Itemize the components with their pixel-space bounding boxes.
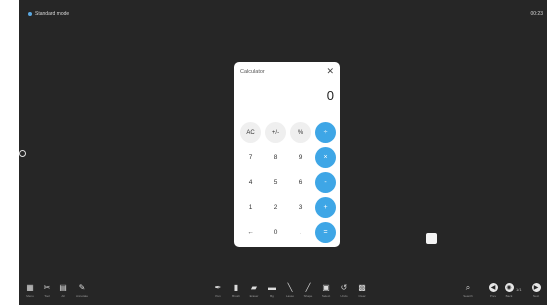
calc-key[interactable]: 8 (265, 147, 286, 168)
background-icon: ▬ (268, 283, 276, 292)
toolbar-next-button[interactable]: ▶ Next (528, 283, 544, 303)
lasso-icon: ╲ (287, 283, 293, 292)
mode-label: Standard mode (35, 11, 70, 17)
calc-key[interactable]: +/- (265, 122, 286, 143)
calc-key[interactable]: + (315, 197, 336, 218)
toolbar-all-button[interactable]: ▤ All (55, 283, 71, 303)
calc-key[interactable]: 3 (290, 197, 311, 218)
floating-widget[interactable] (426, 233, 437, 244)
toolbar-label: Next (532, 294, 540, 298)
calc-key[interactable]: 7 (240, 147, 261, 168)
bottom-toolbar: ▦ Menu ✂ Tool ▤ All ✎ Annotate ✒ Pen ▮ Brush ▰ Eraser… (19, 279, 547, 305)
side-drawer-handle-icon[interactable] (19, 150, 26, 157)
tools-icon: ✂ (43, 283, 51, 292)
pen-icon: ✒ (214, 283, 222, 292)
toolbar-shape-button[interactable]: ╱ Shape (300, 283, 316, 303)
menu-icon: ▦ (26, 283, 34, 292)
toolbar-label: Back (505, 294, 513, 298)
calc-key[interactable]: AC (240, 122, 261, 143)
close-icon[interactable]: ✕ (326, 66, 334, 76)
calculator-title: Calculator (240, 69, 265, 75)
toolbar-label: Tool (44, 294, 50, 298)
toolbar-label: Menu (26, 294, 34, 298)
calc-key[interactable]: 5 (265, 172, 286, 193)
toolbar-annotate-button[interactable]: ✎ Annotate (74, 283, 90, 303)
toolbar-label: Prev (489, 294, 497, 298)
toolbar-label: Shape (303, 294, 313, 298)
calc-key[interactable]: . (290, 222, 311, 243)
calculator-window: Calculator ✕ 0 AC +/-% ÷ 7 8 9 × 4 5 6-1 2 3 + ← 0. = (234, 62, 340, 247)
toolbar-label: Eraser (249, 294, 259, 298)
toolbar-menu-button[interactable]: ▦ Menu (22, 283, 38, 303)
eraser-icon: ▰ (250, 283, 258, 292)
calc-key[interactable]: ÷ (315, 122, 336, 143)
calc-key[interactable]: ← (240, 222, 261, 243)
mode-indicator[interactable]: Standard mode (28, 11, 69, 17)
toolbar-label: Annotate (75, 294, 88, 298)
toolbar-search-button[interactable]: ⌕ Search (460, 283, 476, 303)
select-icon: ▣ (322, 283, 330, 292)
next-icon: ▶ (531, 283, 541, 292)
toolbar-label: Select (321, 294, 331, 298)
prev-icon: ◀ (488, 283, 498, 292)
calculator-display: 0 (326, 88, 334, 103)
search-icon: ⌕ (465, 283, 471, 292)
toolbar-label: All (61, 294, 65, 298)
undo-icon: ↺ (340, 283, 348, 292)
calc-key[interactable]: × (315, 147, 336, 168)
toolbar-bg-button[interactable]: ▬ Bg (264, 283, 280, 303)
toolbar-lasso-button[interactable]: ╲ Lasso (282, 283, 298, 303)
mode-dot-icon (28, 12, 32, 16)
toolbar-label: Bg (270, 294, 274, 298)
calc-key[interactable]: 4 (240, 172, 261, 193)
toolbar-label: Lasso (285, 294, 294, 298)
page-indicator: 1/1 (516, 287, 522, 292)
back-icon: ◉ (504, 283, 514, 292)
toolbar-prev-button[interactable]: ◀ Prev (485, 283, 501, 303)
brush-icon: ▮ (233, 283, 239, 292)
toolbar-label: Clear (358, 294, 366, 298)
calc-key[interactable]: 0 (265, 222, 286, 243)
calculator-keypad: AC +/-% ÷ 7 8 9 × 4 5 6- 1 2 3 + ← 0. = (238, 120, 338, 245)
toolbar-select-button[interactable]: ▣ Select (318, 283, 334, 303)
toolbar-label: Pen (215, 294, 221, 298)
clear-icon: ▩ (358, 283, 366, 292)
grid-icon: ▤ (59, 283, 67, 292)
toolbar-tool-button[interactable]: ✂ Tool (39, 283, 55, 303)
calc-key[interactable]: 1 (240, 197, 261, 218)
toolbar-label: Brush (232, 294, 240, 298)
clock: 00:23 (530, 11, 543, 17)
calc-key[interactable]: - (315, 172, 336, 193)
toolbar-undo-button[interactable]: ↺ Undo (336, 283, 352, 303)
calc-key[interactable]: % (290, 122, 311, 143)
toolbar-clear-button[interactable]: ▩ Clear (354, 283, 370, 303)
whiteboard-screen[interactable]: Standard mode 00:23 Calculator ✕ 0 AC +/-… (19, 0, 547, 305)
calc-key[interactable]: 2 (265, 197, 286, 218)
toolbar-back-button[interactable]: ◉ Back (501, 283, 517, 303)
toolbar-brush-button[interactable]: ▮ Brush (228, 283, 244, 303)
calc-key[interactable]: = (315, 222, 336, 243)
calc-key[interactable]: 6 (290, 172, 311, 193)
shape-icon: ╱ (305, 283, 311, 292)
toolbar-eraser-button[interactable]: ▰ Eraser (246, 283, 262, 303)
calc-key[interactable]: 9 (290, 147, 311, 168)
toolbar-label: Undo (340, 294, 348, 298)
annotate-icon: ✎ (78, 283, 86, 292)
toolbar-pen-button[interactable]: ✒ Pen (210, 283, 226, 303)
toolbar-label: Search (463, 294, 473, 298)
